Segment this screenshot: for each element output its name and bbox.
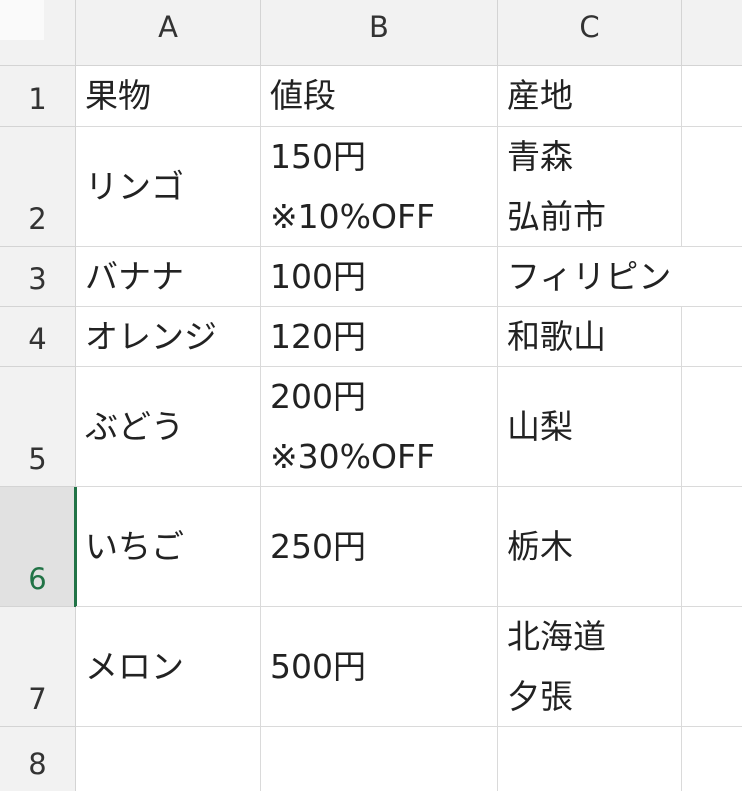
cell-text: 和歌山 bbox=[507, 316, 606, 356]
cell-c5[interactable]: 山梨 bbox=[498, 367, 682, 487]
cell-text-line-2: 弘前市 bbox=[507, 196, 606, 236]
cell-b2[interactable]: 150円 ※10%OFF bbox=[261, 127, 498, 247]
cell-text-line-1: 150円 bbox=[270, 136, 366, 176]
cell-text: リンゴ bbox=[85, 166, 184, 206]
cell-a1[interactable]: 果物 bbox=[76, 66, 261, 127]
cell-c6[interactable]: 栃木 bbox=[498, 487, 682, 607]
cell-d2[interactable] bbox=[682, 127, 742, 247]
cell-d8[interactable] bbox=[682, 727, 742, 791]
cell-c1[interactable]: 産地 bbox=[498, 66, 682, 127]
row-header-8[interactable]: 8 bbox=[0, 727, 76, 791]
cell-text: 500円 bbox=[270, 646, 366, 686]
cell-d5[interactable] bbox=[682, 367, 742, 487]
cell-d1[interactable] bbox=[682, 66, 742, 127]
cell-text: 果物 bbox=[85, 76, 151, 115]
cell-text: ぶどう bbox=[85, 406, 184, 446]
cell-text-line-2: ※10%OFF bbox=[270, 196, 435, 236]
cell-b5[interactable]: 200円 ※30%OFF bbox=[261, 367, 498, 487]
column-header-b[interactable]: B bbox=[261, 0, 498, 66]
cell-text: いちご bbox=[85, 526, 184, 566]
cell-a4[interactable]: オレンジ bbox=[76, 307, 261, 367]
spreadsheet-grid: A B C 1 2 3 4 5 6 7 8 果物 値段 産地 リンゴ 150円 … bbox=[0, 0, 742, 791]
cell-text: 産地 bbox=[507, 76, 573, 115]
cell-text-line-1: 青森 bbox=[507, 136, 573, 176]
cell-text: メロン bbox=[85, 646, 184, 686]
select-all-corner[interactable] bbox=[0, 0, 76, 66]
cell-text: フィリピン bbox=[507, 256, 672, 296]
cell-b4[interactable]: 120円 bbox=[261, 307, 498, 367]
cell-text-line-1: 北海道 bbox=[507, 616, 606, 656]
cell-c4[interactable]: 和歌山 bbox=[498, 307, 682, 367]
cell-b3[interactable]: 100円 bbox=[261, 247, 498, 307]
cell-text: 120円 bbox=[270, 316, 366, 356]
row-header-5[interactable]: 5 bbox=[0, 367, 76, 487]
cell-text-line-1: 200円 bbox=[270, 376, 366, 416]
cell-b1[interactable]: 値段 bbox=[261, 66, 498, 127]
cell-a7[interactable]: メロン bbox=[76, 607, 261, 727]
cell-d4[interactable] bbox=[682, 307, 742, 367]
row-header-3[interactable]: 3 bbox=[0, 247, 76, 307]
row-header-6[interactable]: 6 bbox=[0, 487, 76, 607]
cell-a6[interactable]: いちご bbox=[76, 487, 261, 607]
cell-text: バナナ bbox=[85, 256, 184, 296]
cell-d6[interactable] bbox=[682, 487, 742, 607]
cell-b6[interactable]: 250円 bbox=[261, 487, 498, 607]
cell-text-line-2: ※30%OFF bbox=[270, 436, 435, 476]
cell-c7[interactable]: 北海道 夕張 bbox=[498, 607, 682, 727]
cell-text-line-2: 夕張 bbox=[507, 676, 573, 716]
cell-text: 栃木 bbox=[507, 526, 573, 566]
column-header-a[interactable]: A bbox=[76, 0, 261, 66]
row-header-2[interactable]: 2 bbox=[0, 127, 76, 247]
cell-text: オレンジ bbox=[85, 316, 217, 356]
select-all-triangle[interactable] bbox=[0, 0, 44, 40]
cell-a2[interactable]: リンゴ bbox=[76, 127, 261, 247]
cell-c8[interactable] bbox=[498, 727, 682, 791]
cell-b8[interactable] bbox=[261, 727, 498, 791]
cell-c3[interactable]: フィリピン bbox=[498, 247, 742, 307]
row-header-7[interactable]: 7 bbox=[0, 607, 76, 727]
cell-text: 値段 bbox=[270, 76, 336, 115]
cell-text: 100円 bbox=[270, 256, 366, 296]
cell-text: 250円 bbox=[270, 526, 366, 566]
cell-a5[interactable]: ぶどう bbox=[76, 367, 261, 487]
column-header-d[interactable] bbox=[682, 0, 742, 66]
row-header-1[interactable]: 1 bbox=[0, 66, 76, 127]
row-header-4[interactable]: 4 bbox=[0, 307, 76, 367]
cell-b7[interactable]: 500円 bbox=[261, 607, 498, 727]
cell-text: 山梨 bbox=[507, 406, 573, 446]
cell-d7[interactable] bbox=[682, 607, 742, 727]
column-header-c[interactable]: C bbox=[498, 0, 682, 66]
cell-c2[interactable]: 青森 弘前市 bbox=[498, 127, 682, 247]
cell-a8[interactable] bbox=[76, 727, 261, 791]
cell-a3[interactable]: バナナ bbox=[76, 247, 261, 307]
